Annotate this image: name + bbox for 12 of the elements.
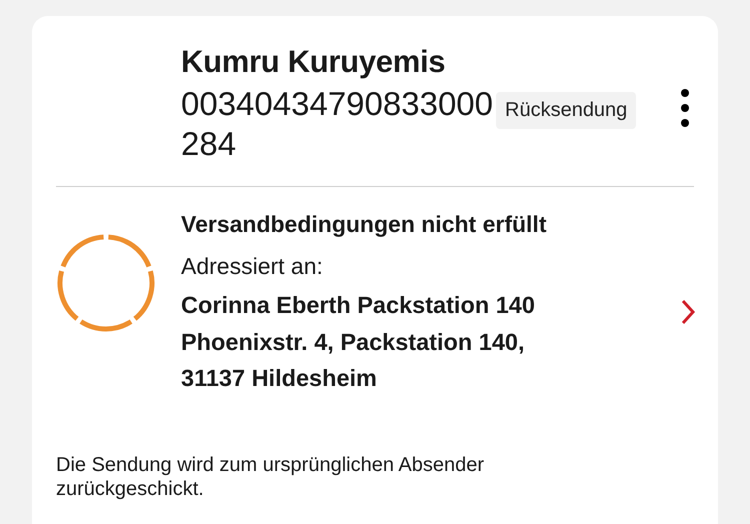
tracking-number: 00340434790833000284 (181, 84, 494, 164)
address-label: Adressiert an: (181, 252, 324, 281)
address-line: Corinna Eberth Packstation 140 (181, 291, 536, 320)
return-badge: Rücksendung (496, 92, 636, 129)
status-title: Versandbedingungen nicht erfüllt (181, 210, 548, 239)
recipient-name: Kumru Kuruyemis (181, 43, 446, 81)
return-note: Die Sendung wird zum ursprünglichen Absender zurückgeschickt. (56, 452, 486, 500)
address-line: 31137 Hildesheim (181, 364, 378, 393)
status-ring-icon (56, 233, 156, 333)
chevron-right-icon[interactable] (680, 298, 696, 326)
address-line: Phoenixstr. 4, Packstation 140, (181, 328, 526, 356)
more-menu-icon[interactable] (678, 86, 692, 130)
